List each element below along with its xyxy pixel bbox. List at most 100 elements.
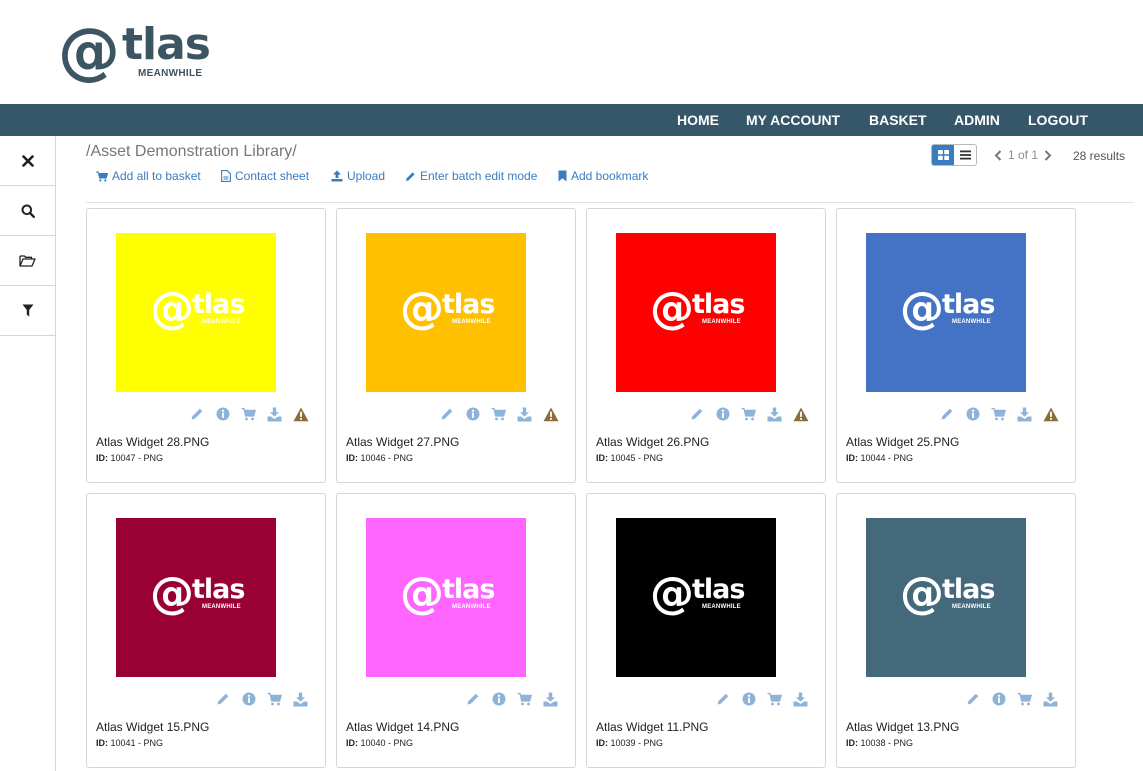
info-button[interactable] (240, 691, 257, 707)
asset-name[interactable]: Atlas Widget 26.PNG (596, 435, 709, 449)
asset-id-label: ID: (846, 738, 858, 748)
asset-id-label: ID: (346, 738, 358, 748)
asset-id: ID: 10046 - PNG (346, 453, 413, 463)
warning-button[interactable] (1042, 406, 1059, 422)
add-all-to-basket-button[interactable]: Add all to basket (96, 169, 201, 183)
download-button[interactable] (1016, 406, 1033, 422)
sidebar-search-button[interactable] (0, 186, 55, 236)
atlas-logo[interactable]: @ tlas MEANWHILE (58, 18, 211, 88)
info-button[interactable] (464, 406, 481, 422)
chevron-right-icon (1044, 149, 1052, 161)
asset-thumbnail[interactable]: @ tlas MEANWHILE (616, 518, 776, 677)
edit-button[interactable] (688, 406, 705, 422)
asset-id-label: ID: (96, 453, 108, 463)
download-button[interactable] (792, 691, 809, 707)
asset-name[interactable]: Atlas Widget 25.PNG (846, 435, 959, 449)
contact-sheet-button[interactable]: Contact sheet (221, 169, 309, 183)
warning-button[interactable] (292, 406, 309, 422)
asset-id-label: ID: (96, 738, 108, 748)
asset-card: @ tlas MEANWHILE Atlas Widget 13.PNG ID:… (836, 493, 1076, 768)
previous-page-button[interactable] (994, 149, 1002, 161)
asset-actions (438, 406, 559, 422)
download-button[interactable] (516, 406, 533, 422)
shopping-cart-icon (1017, 692, 1032, 706)
asset-name[interactable]: Atlas Widget 14.PNG (346, 720, 459, 734)
add-bookmark-button[interactable]: Add bookmark (558, 169, 648, 183)
edit-button[interactable] (714, 691, 731, 707)
add-to-basket-button[interactable] (490, 406, 507, 422)
thumbnail-logo-at: @ (650, 567, 694, 619)
asset-actions (964, 691, 1059, 707)
info-button[interactable] (214, 406, 231, 422)
edit-button[interactable] (438, 406, 455, 422)
asset-thumbnail[interactable]: @ tlas MEANWHILE (366, 233, 526, 392)
grid-view-button[interactable] (932, 145, 954, 165)
upload-button[interactable]: Upload (331, 169, 385, 183)
asset-thumbnail[interactable]: @ tlas MEANWHILE (366, 518, 526, 677)
search-icon (21, 204, 35, 218)
thumbnail-logo-tagline: MEANWHILE (702, 603, 741, 610)
asset-name[interactable]: Atlas Widget 13.PNG (846, 720, 959, 734)
add-to-basket-button[interactable] (240, 406, 257, 422)
info-button[interactable] (964, 406, 981, 422)
info-icon (716, 407, 729, 421)
info-button[interactable] (740, 691, 757, 707)
batch-edit-button[interactable]: Enter batch edit mode (405, 169, 537, 183)
add-to-basket-button[interactable] (766, 691, 783, 707)
download-button[interactable] (266, 406, 283, 422)
asset-name[interactable]: Atlas Widget 11.PNG (596, 720, 709, 734)
shopping-cart-icon (491, 407, 506, 421)
pencil-icon (467, 693, 478, 705)
edit-button[interactable] (964, 691, 981, 707)
asset-name[interactable]: Atlas Widget 27.PNG (346, 435, 459, 449)
list-view-button[interactable] (954, 145, 976, 165)
download-icon (543, 692, 558, 706)
add-to-basket-button[interactable] (1016, 691, 1033, 707)
breadcrumb[interactable]: /Asset Demonstration Library/ (86, 143, 297, 161)
logo-word: tlas (122, 19, 211, 70)
info-button[interactable] (990, 691, 1007, 707)
nav-my-account[interactable]: MY ACCOUNT (746, 104, 840, 136)
pencil-icon (967, 693, 978, 705)
add-to-basket-button[interactable] (740, 406, 757, 422)
sidebar-close-button[interactable] (0, 136, 55, 186)
add-to-basket-button[interactable] (516, 691, 533, 707)
next-page-button[interactable] (1044, 149, 1052, 161)
asset-thumbnail[interactable]: @ tlas MEANWHILE (866, 518, 1026, 677)
asset-actions (714, 691, 809, 707)
sidebar-folders-button[interactable] (0, 236, 55, 286)
edit-button[interactable] (464, 691, 481, 707)
edit-button[interactable] (938, 406, 955, 422)
info-button[interactable] (714, 406, 731, 422)
info-button[interactable] (490, 691, 507, 707)
nav-basket[interactable]: BASKET (869, 104, 927, 136)
warning-button[interactable] (542, 406, 559, 422)
add-to-basket-button[interactable] (990, 406, 1007, 422)
asset-name[interactable]: Atlas Widget 15.PNG (96, 720, 209, 734)
edit-button[interactable] (214, 691, 231, 707)
download-button[interactable] (1042, 691, 1059, 707)
asset-thumbnail[interactable]: @ tlas MEANWHILE (616, 233, 776, 392)
download-button[interactable] (766, 406, 783, 422)
nav-admin[interactable]: ADMIN (954, 104, 1000, 136)
download-button[interactable] (542, 691, 559, 707)
asset-thumbnail[interactable]: @ tlas MEANWHILE (116, 518, 276, 677)
thumbnail-logo-word: tlas (192, 573, 245, 605)
contact-sheet-label: Contact sheet (235, 169, 310, 183)
edit-button[interactable] (188, 406, 205, 422)
asset-id-value: 10044 - PNG (858, 453, 914, 463)
thumbnail-logo-word: tlas (692, 288, 745, 320)
download-button[interactable] (292, 691, 309, 707)
asset-thumbnail[interactable]: @ tlas MEANWHILE (116, 233, 276, 392)
asset-thumbnail[interactable]: @ tlas MEANWHILE (866, 233, 1026, 392)
sidebar-filter-button[interactable] (0, 286, 55, 336)
asset-card: @ tlas MEANWHILE Atlas Widget 26.PNG ID:… (586, 208, 826, 483)
add-to-basket-button[interactable] (266, 691, 283, 707)
pencil-icon (406, 171, 415, 181)
nav-logout[interactable]: LOGOUT (1028, 104, 1088, 136)
nav-home[interactable]: HOME (677, 104, 719, 136)
shopping-cart-icon (767, 692, 782, 706)
warning-button[interactable] (792, 406, 809, 422)
thumbnail-logo-at: @ (150, 567, 194, 619)
asset-name[interactable]: Atlas Widget 28.PNG (96, 435, 209, 449)
